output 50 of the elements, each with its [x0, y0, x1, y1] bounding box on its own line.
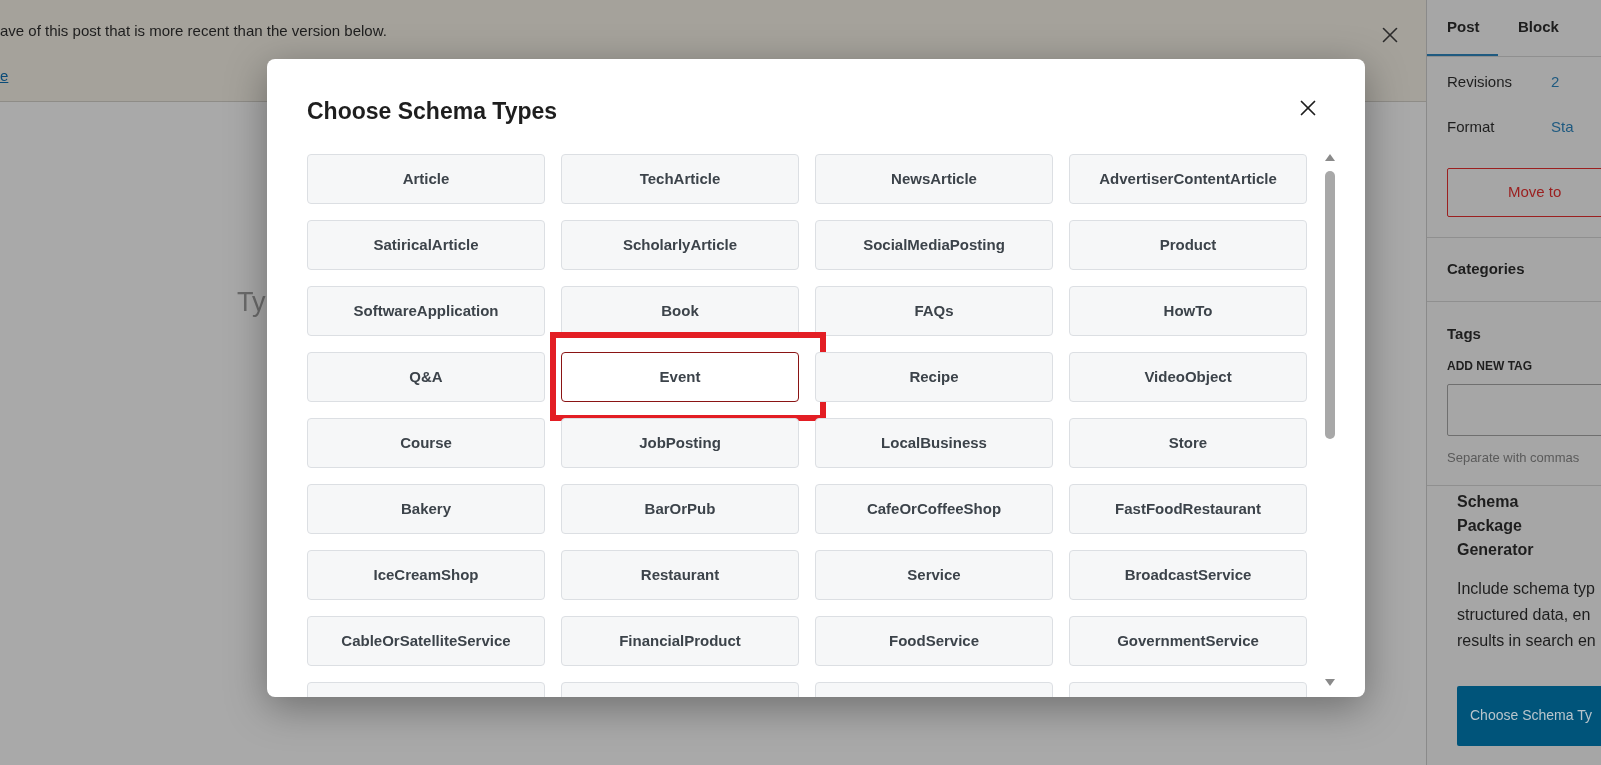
tag-field-label: ADD NEW TAG	[1447, 358, 1534, 375]
schema-type-button[interactable]: Service	[815, 550, 1053, 600]
scrollbar[interactable]	[1323, 153, 1337, 687]
schema-type-button[interactable]: BroadcastService	[1069, 550, 1307, 600]
schema-type-button[interactable]: HowTo	[1069, 286, 1307, 336]
dialog-title: Choose Schema Types	[307, 97, 558, 126]
panel-heading[interactable]: Tags	[1447, 322, 1481, 346]
schema-type-button[interactable]: Recipe	[815, 352, 1053, 402]
schema-type-button[interactable]: Store	[1069, 418, 1307, 468]
schema-type-button[interactable]: Q&A	[307, 352, 545, 402]
schema-type-button[interactable]: ScholarlyArticle	[561, 220, 799, 270]
schema-type-button[interactable]: Article	[307, 154, 545, 204]
schema-type-button[interactable]: Bakery	[307, 484, 545, 534]
schema-type-button[interactable]: NewsArticle	[815, 154, 1053, 204]
panel-heading[interactable]: Categories	[1447, 258, 1525, 281]
setting-label: Revisions	[1447, 72, 1514, 93]
schema-type-button[interactable]: LocalBusiness	[815, 418, 1053, 468]
scroll-down-icon	[1325, 679, 1335, 687]
schema-type-button[interactable]: FAQs	[815, 286, 1053, 336]
schema-type-button[interactable]: Product	[1069, 220, 1307, 270]
schema-type-button[interactable]: FinancialProduct	[561, 616, 799, 666]
schema-panel-description: Include schema typ structured data, en results in search en	[1457, 578, 1597, 651]
tag-hint: Separate with commas	[1447, 449, 1581, 467]
schema-panel-title: Schema Package Generator	[1457, 491, 1535, 560]
sidebar-tab[interactable]: Block	[1498, 0, 1579, 56]
tag-input-field[interactable]	[1447, 384, 1601, 436]
scrollbar-thumb[interactable]	[1325, 171, 1335, 439]
schema-type-button[interactable]: AdvertiserContentArticle	[1069, 154, 1307, 204]
schema-type-button[interactable]: TechArticle	[561, 154, 799, 204]
schema-type-button[interactable]: SoftwareApplication	[307, 286, 545, 336]
schema-type-button[interactable]: FoodService	[815, 616, 1053, 666]
sidebar-tab[interactable]: Post	[1427, 0, 1498, 56]
schema-type-button[interactable]: SocialMediaPosting	[815, 220, 1053, 270]
schema-type-button[interactable]: GovernmentService	[1069, 616, 1307, 666]
scroll-up-icon	[1325, 153, 1335, 161]
setting-label: Format	[1447, 117, 1496, 138]
schema-type-button[interactable]: JobPosting	[561, 418, 799, 468]
choose-schema-button[interactable]: Choose Schema Ty	[1457, 685, 1601, 746]
notice-link[interactable]: e	[0, 64, 9, 87]
schema-type-button[interactable]: IceCreamShop	[307, 550, 545, 600]
schema-type-button[interactable]: CafeOrCoffeeShop	[815, 484, 1053, 534]
notice-message: ave of this post that is more recent than the version below.	[0, 21, 387, 41]
schema-type-button[interactable]: BarOrPub	[561, 484, 799, 534]
schema-type-button[interactable]: Course	[307, 418, 545, 468]
schema-type-button[interactable]: Event	[561, 352, 799, 402]
schema-type-button[interactable]: FastFoodRestaurant	[1069, 484, 1307, 534]
schema-type-button[interactable]: VideoObject	[1069, 352, 1307, 402]
schema-type-button[interactable]: SatiricalArticle	[307, 220, 545, 270]
schema-type-button[interactable]: CableOrSatelliteService	[307, 616, 545, 666]
schema-type-button[interactable]: Restaurant	[561, 550, 799, 600]
